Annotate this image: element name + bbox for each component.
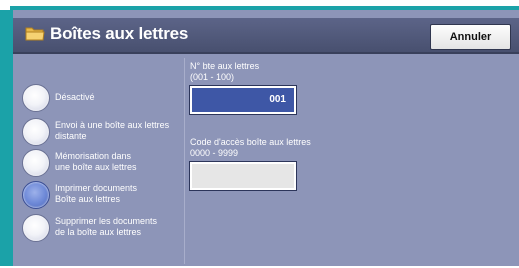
radio-button[interactable] <box>22 84 50 112</box>
access-code-label: Code d'accès boîte aux lettres 0000 - 99… <box>190 137 311 158</box>
option-label: Désactivé <box>55 91 95 102</box>
page-title: Boîtes aux lettres <box>50 24 189 43</box>
radio-button-selected[interactable] <box>22 181 50 209</box>
radio-button[interactable] <box>22 149 50 177</box>
option-delete-mailbox-documents[interactable]: Supprimer les documents de la boîte aux … <box>20 209 185 245</box>
access-code-field[interactable] <box>190 162 296 190</box>
left-accent-bar <box>0 10 13 266</box>
option-label: Supprimer les documents de la boîte aux … <box>55 216 158 237</box>
cancel-button[interactable]: Annuler <box>430 24 511 50</box>
radio-button[interactable] <box>22 214 50 242</box>
mailbox-number-label: N° bte aux lettres (001 - 100) <box>190 61 260 82</box>
folder-icon <box>25 27 45 41</box>
option-label: Mémorisation dans une boîte aux lettres <box>55 151 137 172</box>
option-print-mailbox-documents[interactable]: Imprimer documents Boîte aux lettres <box>20 176 185 212</box>
option-label: Imprimer documents Boîte aux lettres <box>55 183 138 204</box>
option-disabled[interactable]: Désactivé <box>20 79 185 115</box>
mailbox-number-field[interactable]: 001 <box>190 86 296 114</box>
option-store-in-mailbox[interactable]: Mémorisation dans une boîte aux lettres <box>20 144 185 180</box>
radio-button[interactable] <box>22 118 50 146</box>
